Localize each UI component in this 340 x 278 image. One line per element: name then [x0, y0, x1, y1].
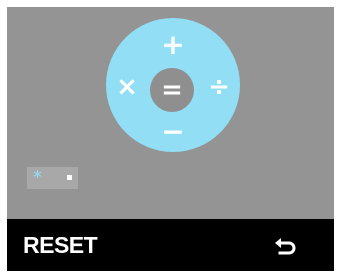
bottom-bar: RESET — [7, 219, 334, 271]
divide-button[interactable]: ÷ — [204, 74, 234, 100]
equals-button[interactable]: = — [150, 68, 194, 112]
cursor-indicator — [67, 175, 72, 180]
plus-button[interactable]: + — [158, 31, 188, 59]
minus-button[interactable]: − — [158, 118, 188, 146]
undo-arrow-icon[interactable] — [273, 235, 299, 257]
calculator-screen: + − × ÷ = * RESET — [7, 7, 334, 271]
operator-dial[interactable]: + − × ÷ = — [106, 18, 240, 152]
multiply-button[interactable]: × — [112, 74, 142, 100]
expression-display: * — [27, 167, 78, 189]
reset-button[interactable]: RESET — [23, 231, 98, 259]
multiply-operator-symbol: * — [33, 167, 42, 188]
